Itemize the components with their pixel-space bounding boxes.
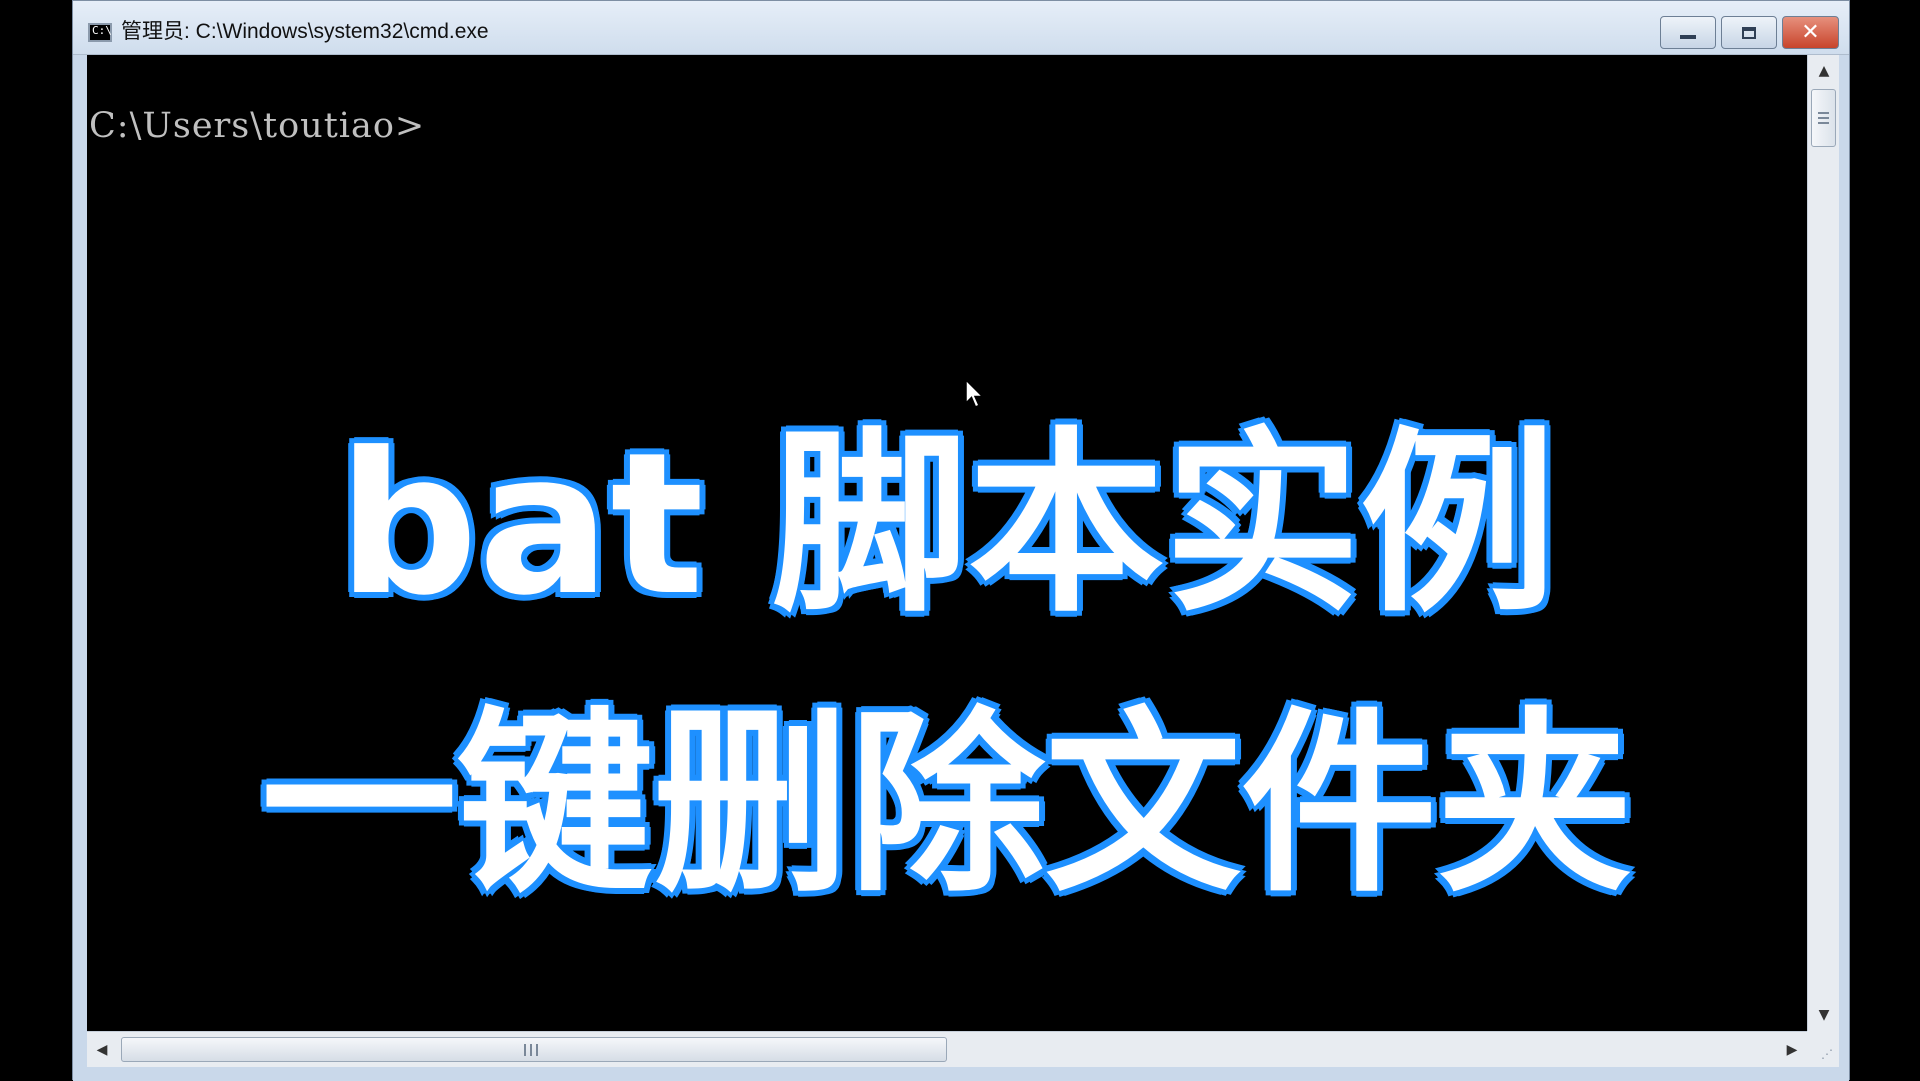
minimize-icon	[1680, 34, 1696, 39]
scroll-right-button[interactable]: ▶	[1777, 1032, 1807, 1068]
window-bottom-border	[73, 1067, 1849, 1081]
console-area[interactable]: C:\Users\toutiao> bat 脚本实例 一键删除文件夹	[87, 55, 1807, 1031]
close-button[interactable]: ✕	[1782, 16, 1839, 49]
grip-icon	[524, 1044, 538, 1056]
vertical-scrollbar[interactable]: ▲ ▼	[1807, 55, 1839, 1031]
overlay-title-line-2: 一键删除文件夹	[260, 691, 1633, 919]
scroll-down-button[interactable]: ▼	[1808, 999, 1840, 1031]
scroll-left-button[interactable]: ◀	[87, 1032, 117, 1068]
minimize-button[interactable]	[1660, 16, 1716, 49]
chevron-right-icon: ▶	[1786, 1042, 1798, 1058]
chevron-down-icon: ▼	[1818, 1007, 1830, 1023]
scroll-up-button[interactable]: ▲	[1808, 55, 1840, 87]
chevron-up-icon: ▲	[1818, 63, 1830, 79]
close-icon: ✕	[1801, 20, 1820, 45]
vertical-scroll-thumb[interactable]	[1811, 89, 1836, 147]
title-bar[interactable]: C:\ 管理员: C:\Windows\system32\cmd.exe ✕	[73, 1, 1849, 55]
horizontal-scrollbar[interactable]: ◀ ▶	[87, 1031, 1807, 1067]
resize-grip-icon: ⋰	[1821, 1047, 1833, 1061]
cmd-window: C:\ 管理员: C:\Windows\system32\cmd.exe ✕ C…	[72, 0, 1850, 1081]
command-prompt: C:\Users\toutiao>	[89, 106, 426, 146]
chevron-left-icon: ◀	[96, 1042, 108, 1058]
maximize-icon	[1742, 26, 1756, 39]
grip-icon	[1818, 112, 1829, 124]
maximize-button[interactable]	[1721, 16, 1777, 49]
resize-grip[interactable]: ⋰	[1807, 1031, 1839, 1067]
mouse-pointer-icon	[965, 379, 985, 408]
overlay-title-line-1: bat 脚本实例	[337, 411, 1557, 639]
horizontal-scroll-thumb[interactable]	[121, 1037, 947, 1062]
cmd-console-icon[interactable]: C:\	[88, 23, 112, 42]
icon-prompt-text: C:\	[92, 24, 112, 37]
window-title: 管理员: C:\Windows\system32\cmd.exe	[121, 20, 489, 43]
